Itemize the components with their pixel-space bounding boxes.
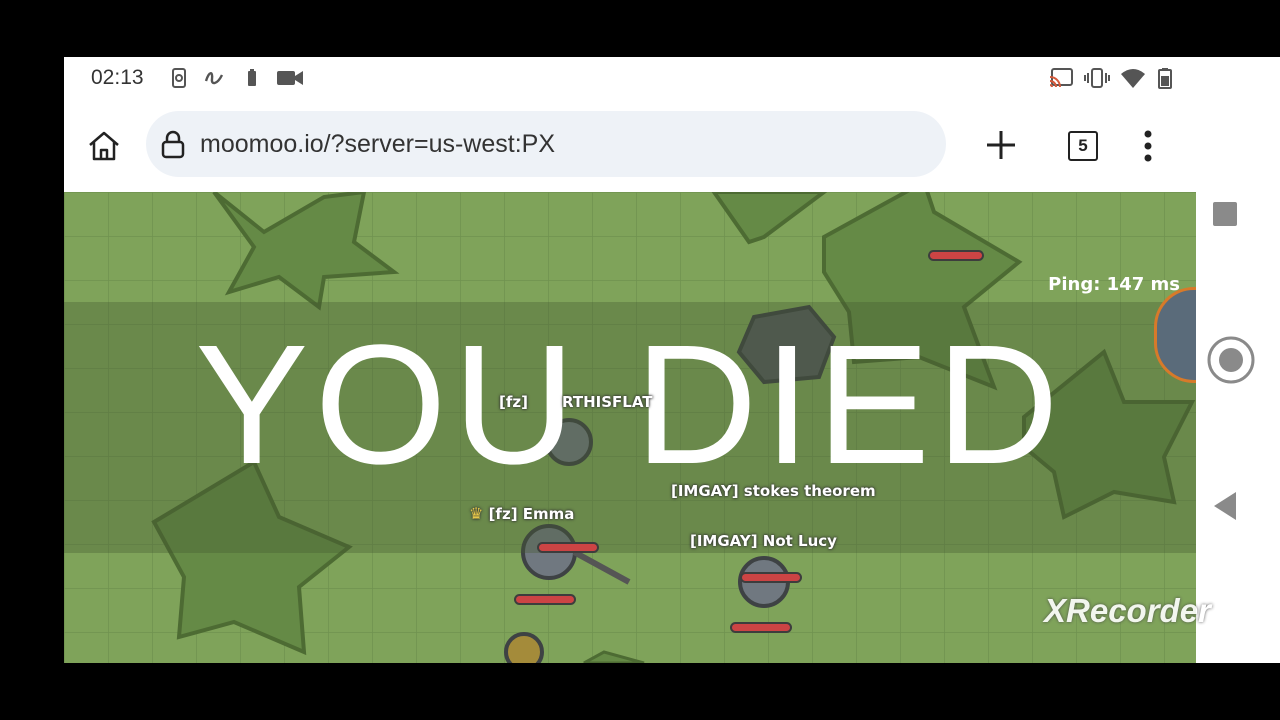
more-menu-icon[interactable] (1138, 128, 1158, 164)
health-bar (930, 252, 982, 259)
video-record-icon (277, 71, 303, 85)
player-name: [IMGAY] Not Lucy (690, 532, 837, 550)
game-canvas[interactable]: YOU DIED Ping: 147 ms [fz] RTHISFLAT ♛ [… (64, 192, 1196, 663)
health-bar (732, 624, 790, 631)
phone-screen: 02:13 moomoo.io/?server=us-west:PX 5 YOU… (64, 57, 1280, 663)
player-name-emma: ♛ [fz] Emma (469, 504, 574, 523)
address-bar[interactable]: moomoo.io/?server=us-west:PX (146, 111, 946, 177)
battery-saver-icon (248, 69, 256, 86)
tab-switcher-button[interactable]: 5 (1068, 131, 1098, 161)
new-tab-icon[interactable] (982, 126, 1020, 164)
status-time: 02:13 (91, 66, 144, 89)
player-name: [fz] (499, 393, 528, 411)
vibrate-icon (1084, 68, 1110, 88)
cast-icon (1049, 68, 1073, 88)
recorder-watermark: XRecorder (1044, 592, 1211, 629)
health-bar (742, 574, 800, 581)
screenshot-icon (172, 68, 186, 88)
battery-icon (1158, 68, 1172, 89)
back-icon[interactable] (1210, 489, 1240, 523)
browser-toolbar: moomoo.io/?server=us-west:PX 5 (64, 102, 1196, 192)
android-nav-bar (1196, 57, 1280, 663)
lock-icon (161, 130, 185, 159)
health-bar (539, 544, 597, 551)
status-bar: 02:13 (64, 57, 1196, 102)
player (504, 632, 544, 663)
squiggle-icon (204, 72, 224, 85)
health-bar (516, 596, 574, 603)
player-name: RTHISFLAT (562, 393, 653, 411)
wifi-icon (1121, 69, 1145, 88)
ping-readout: Ping: 147 ms (1048, 274, 1180, 295)
player-name-text: [fz] Emma (488, 505, 575, 523)
recents-icon[interactable] (1210, 199, 1240, 229)
player (738, 556, 790, 608)
home-nav-icon[interactable] (1206, 335, 1256, 385)
home-icon[interactable] (86, 128, 122, 164)
crown-icon: ♛ (469, 504, 484, 523)
url-text[interactable]: moomoo.io/?server=us-west:PX (200, 130, 555, 159)
player-name: [IMGAY] stokes theorem (671, 482, 876, 500)
